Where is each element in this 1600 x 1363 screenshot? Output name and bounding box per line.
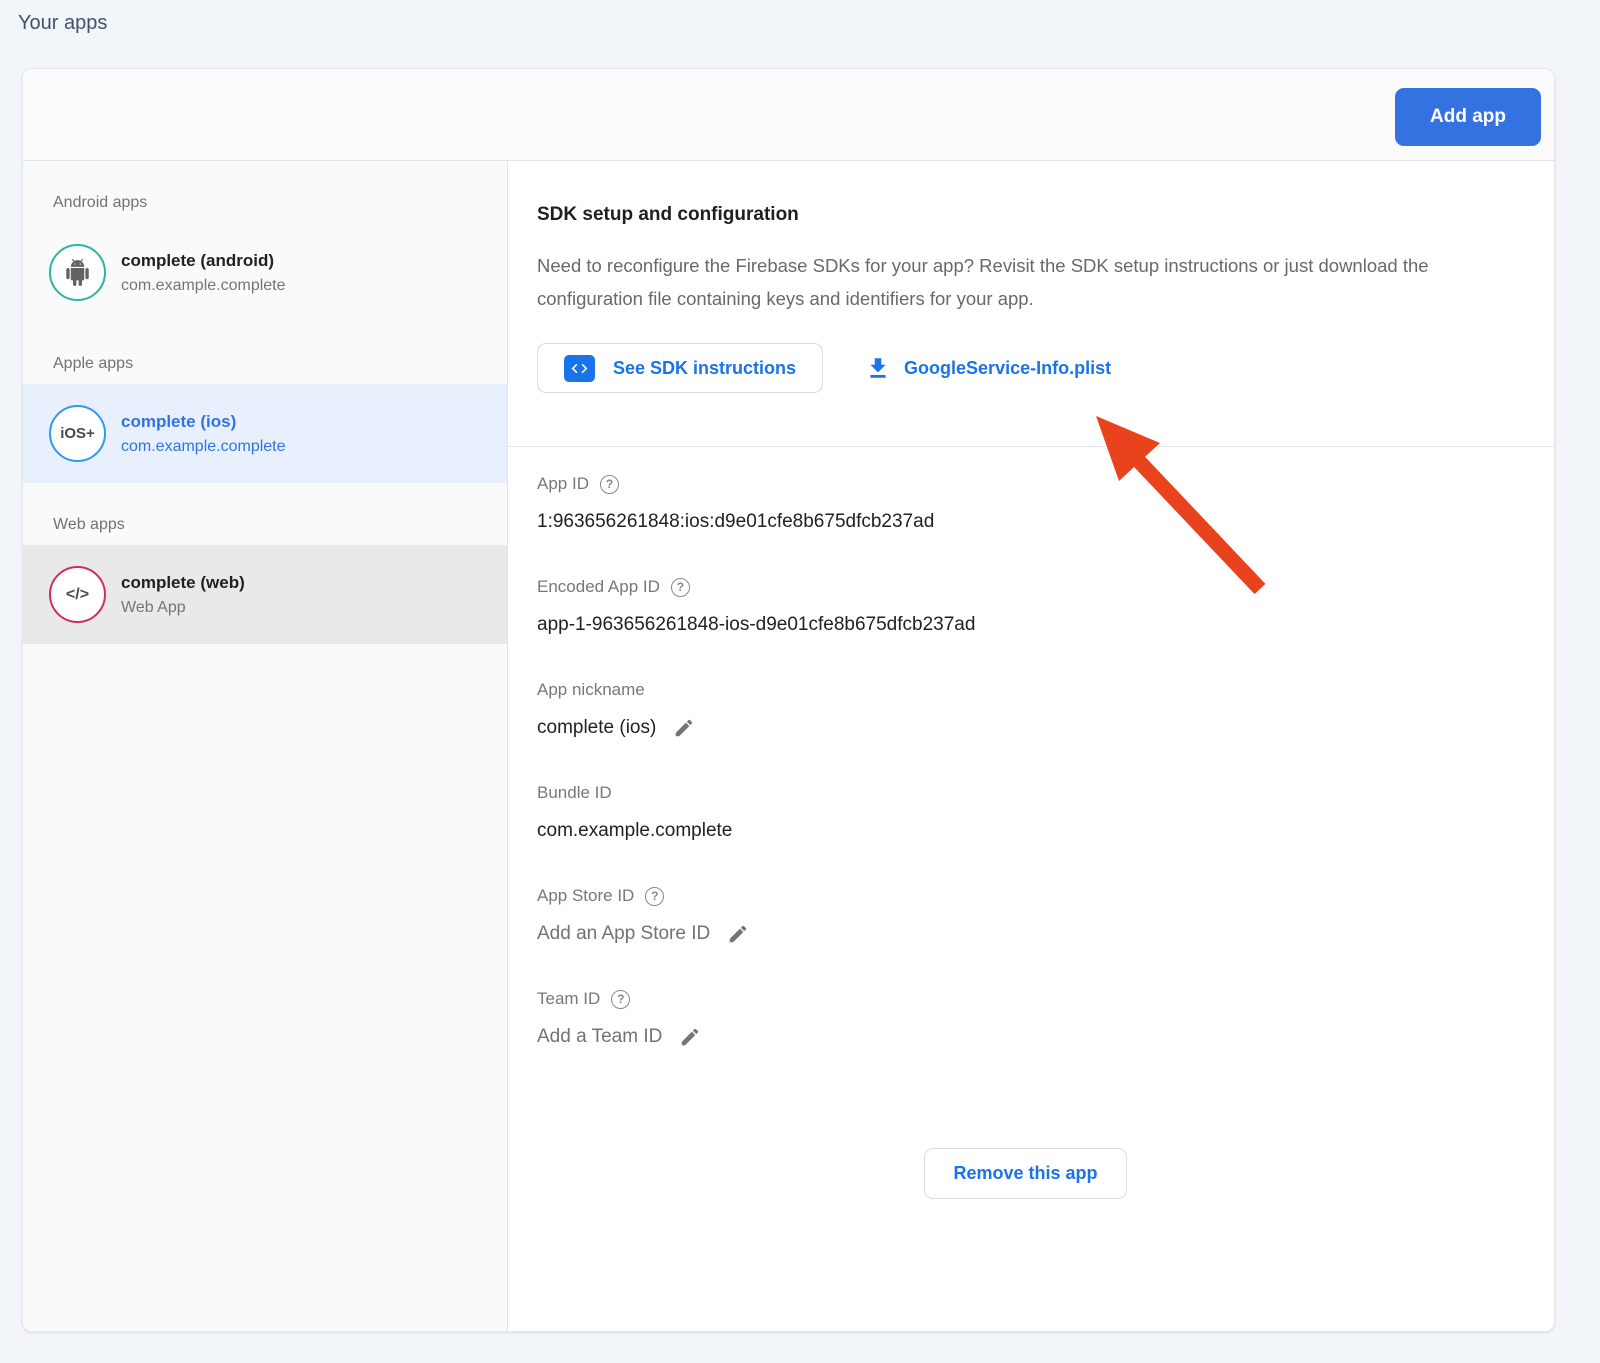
your-apps-card: Add app Android apps complete (android) … [22,68,1555,1332]
page-title: Your apps [18,12,107,35]
edit-pencil-icon[interactable] [727,923,749,945]
field-label: Team ID [537,989,600,1009]
see-sdk-instructions-label: See SDK instructions [613,358,796,379]
sidebar-item-complete-android[interactable]: complete (android) com.example.complete [23,223,507,322]
googleservice-plist-link[interactable]: GoogleService-Info.plist [865,355,1111,381]
field-encoded-app-id: Encoded App ID ? app-1-963656261848-ios-… [537,577,1514,636]
field-label: App nickname [537,680,645,700]
see-sdk-instructions-button[interactable]: See SDK instructions [537,343,823,393]
sdk-section-description: Need to reconfigure the Firebase SDKs fo… [537,249,1482,315]
field-label: Bundle ID [537,783,612,803]
help-icon[interactable]: ? [600,475,619,494]
field-bundle-id: Bundle ID com.example.complete [537,783,1514,842]
field-label: App ID [537,474,589,494]
field-app-id: App ID ? 1:963656261848:ios:d9e01cfe8b67… [537,474,1514,533]
card-header: Add app [23,69,1554,161]
app-subtitle: com.example.complete [121,277,286,295]
apps-sidebar: Android apps complete (android) com.exam… [23,161,508,1331]
android-robot-icon [49,244,106,301]
app-id-value: 1:963656261848:ios:d9e01cfe8b675dfcb237a… [537,511,934,533]
app-detail-panel: SDK setup and configuration Need to reco… [508,161,1554,1331]
section-label-android-apps: Android apps [53,194,507,212]
add-app-button[interactable]: Add app [1395,88,1541,146]
edit-pencil-icon[interactable] [673,717,695,739]
help-icon[interactable]: ? [671,578,690,597]
app-name: complete (ios) [121,412,286,432]
app-name: complete (web) [121,573,245,593]
edit-pencil-icon[interactable] [679,1026,701,1048]
code-slash-icon: </> [49,566,106,623]
field-label: App Store ID [537,886,634,906]
app-subtitle: Web App [121,599,245,617]
sidebar-item-complete-ios[interactable]: iOS+ complete (ios) com.example.complete [23,384,507,483]
download-icon [865,355,891,381]
sdk-code-icon [564,355,595,382]
divider [508,446,1554,447]
encoded-app-id-value: app-1-963656261848-ios-d9e01cfe8b675dfcb… [537,614,975,636]
team-id-value: Add a Team ID [537,1026,662,1048]
app-name: complete (android) [121,251,286,271]
help-icon[interactable]: ? [611,990,630,1009]
ios-plus-icon: iOS+ [49,405,106,462]
app-nickname-value: complete (ios) [537,717,656,739]
sdk-section-title: SDK setup and configuration [537,204,1514,226]
field-app-nickname: App nickname complete (ios) [537,680,1514,739]
field-label: Encoded App ID [537,577,660,597]
section-label-apple-apps: Apple apps [53,355,507,373]
bundle-id-value: com.example.complete [537,820,732,842]
app-store-id-value: Add an App Store ID [537,923,710,945]
help-icon[interactable]: ? [645,887,664,906]
field-team-id: Team ID ? Add a Team ID [537,989,1514,1048]
googleservice-plist-label: GoogleService-Info.plist [904,358,1111,379]
remove-this-app-button[interactable]: Remove this app [924,1148,1126,1199]
field-app-store-id: App Store ID ? Add an App Store ID [537,886,1514,945]
app-subtitle: com.example.complete [121,438,286,456]
sidebar-item-complete-web[interactable]: </> complete (web) Web App [23,545,507,644]
section-label-web-apps: Web apps [53,516,507,534]
